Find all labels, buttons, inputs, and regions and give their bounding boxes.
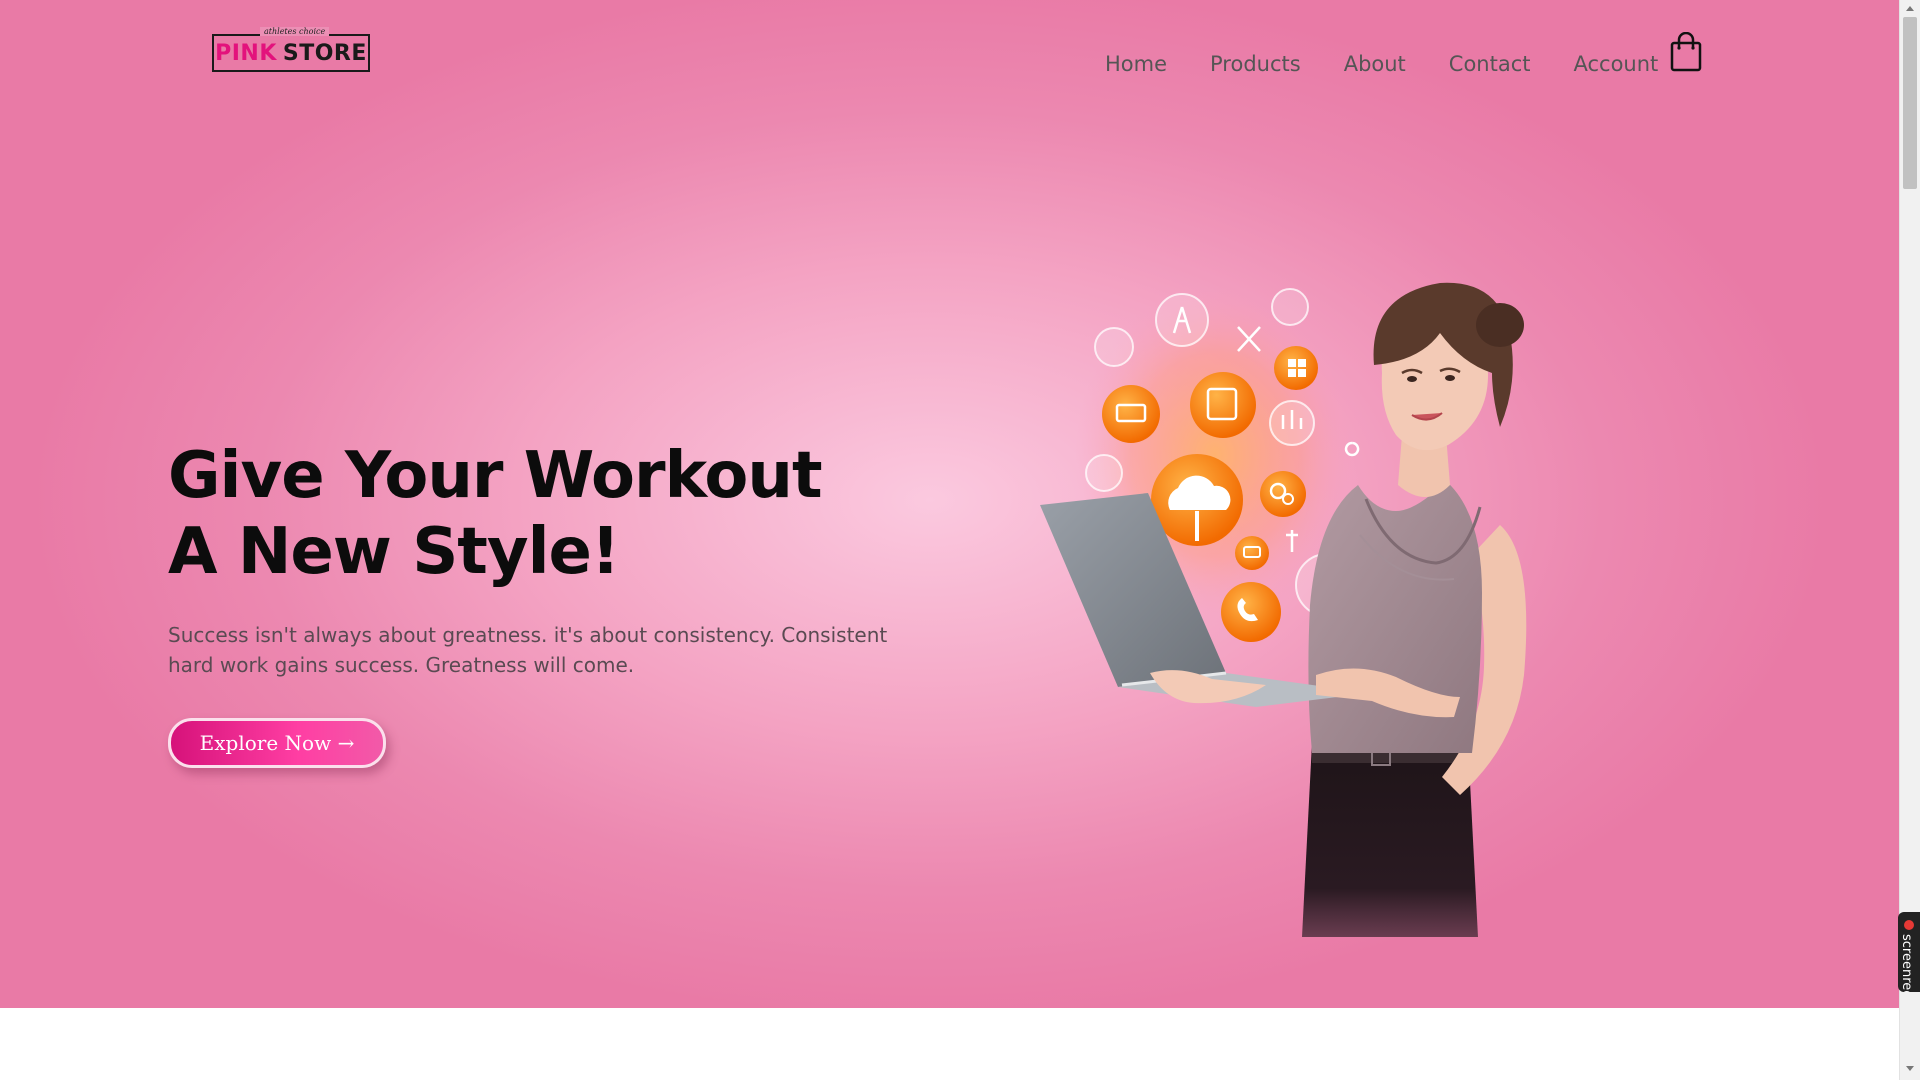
hero-illustration xyxy=(1030,255,1630,937)
shopping-bag-icon[interactable] xyxy=(1670,31,1702,72)
hero-section: athletes choice PINK STORE Home Products… xyxy=(0,0,1899,1008)
nav-link-home[interactable]: Home xyxy=(1105,52,1167,76)
nav-link-products[interactable]: Products xyxy=(1210,52,1301,76)
explore-now-button[interactable]: Explore Now → xyxy=(168,718,386,768)
logo-tagline: athletes choice xyxy=(260,27,330,36)
nav-link-about[interactable]: About xyxy=(1344,52,1406,76)
scroll-down-arrow-icon[interactable] xyxy=(1906,1066,1914,1071)
logo-text-store: STORE xyxy=(282,40,367,66)
hero-headline-line1: Give Your Workout xyxy=(168,439,823,513)
hero-headline-line2: A New Style! xyxy=(168,515,620,589)
record-dot-icon xyxy=(1904,920,1914,930)
store-logo[interactable]: athletes choice PINK STORE xyxy=(212,27,370,72)
scroll-up-arrow-icon[interactable] xyxy=(1906,6,1914,11)
scrollbar-thumb[interactable] xyxy=(1903,17,1917,189)
screenrec-label: screenrec xyxy=(1899,934,1914,992)
nav-link-contact[interactable]: Contact xyxy=(1449,52,1531,76)
logo-text-pink: PINK xyxy=(215,40,277,66)
hero-headline: Give Your Workout A New Style! xyxy=(168,438,823,590)
hero-subtext: Success isn't always about greatness. it… xyxy=(168,623,888,677)
page: athletes choice PINK STORE Home Products… xyxy=(0,0,1899,1080)
screenrec-tab[interactable]: screenrec xyxy=(1898,912,1920,992)
nav-link-account[interactable]: Account xyxy=(1574,52,1659,76)
main-nav: Home Products About Contact Account xyxy=(1105,52,1658,76)
